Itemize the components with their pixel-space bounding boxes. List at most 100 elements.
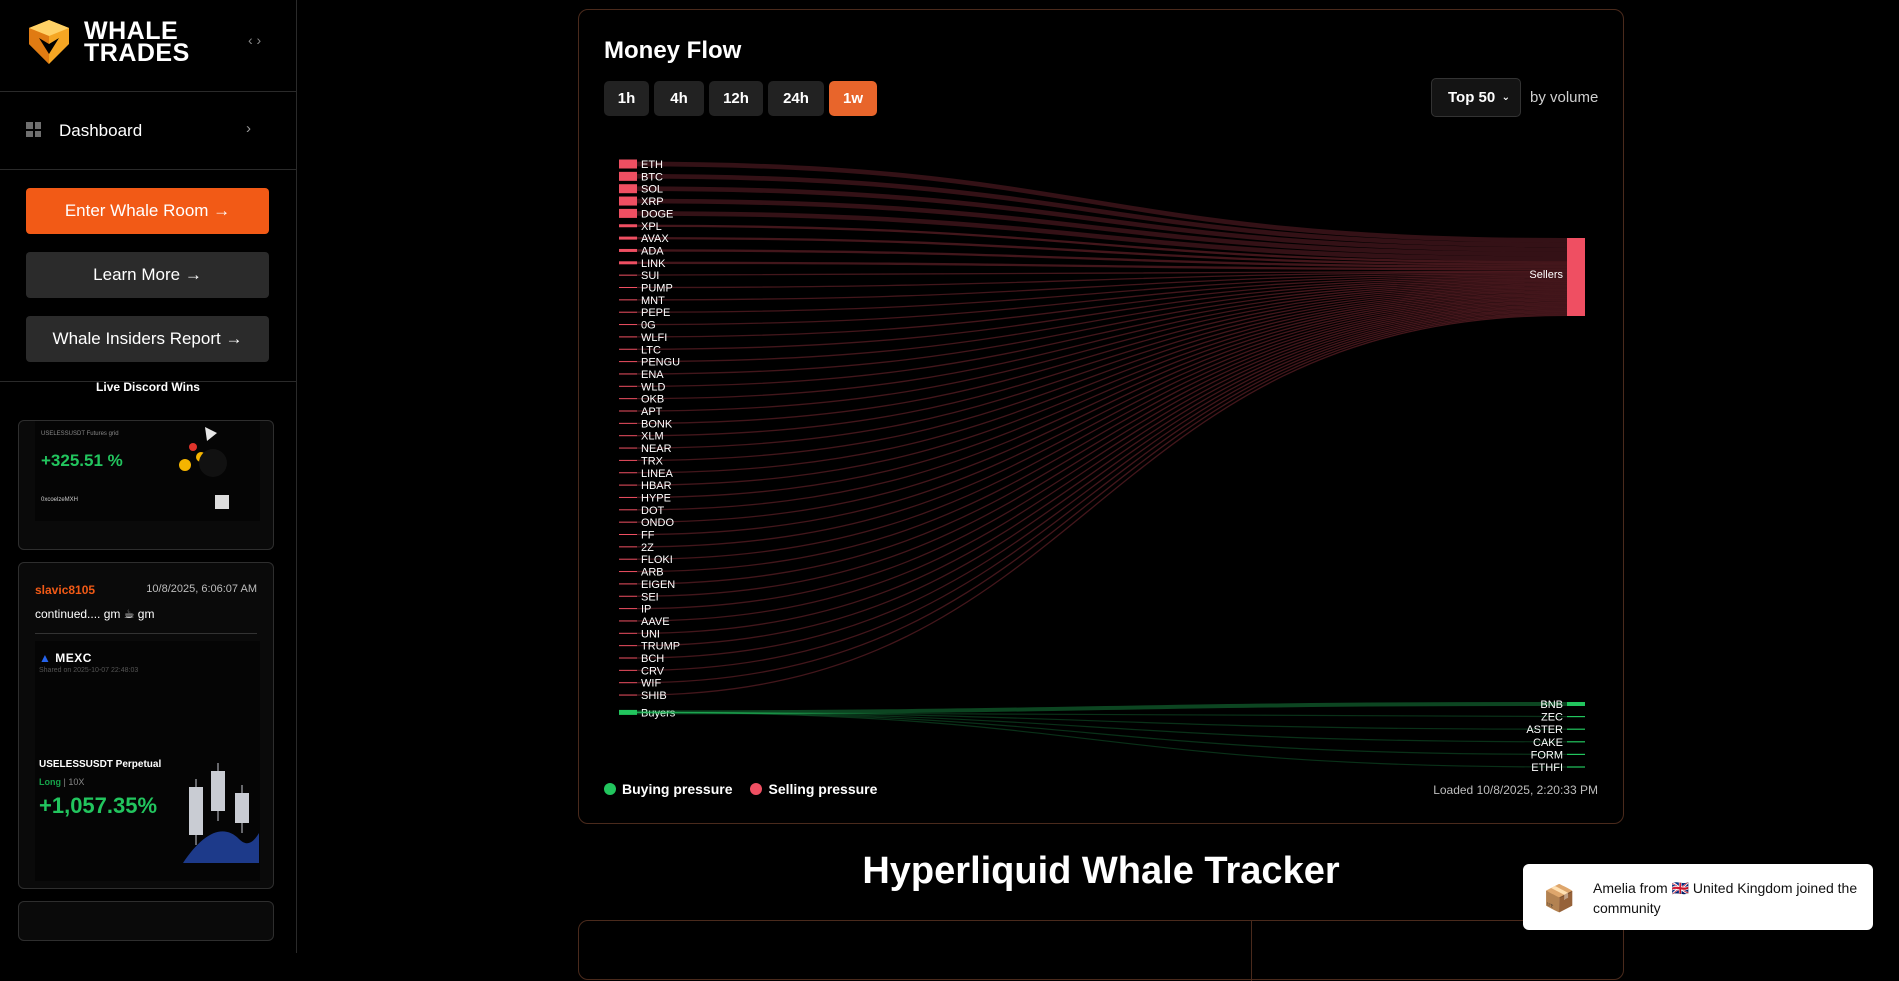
- target-label-cake: CAKE: [1533, 737, 1563, 749]
- source-label-wld: WLD: [641, 381, 666, 393]
- source-label-wif: WIF: [641, 678, 661, 690]
- target-label-form: FORM: [1531, 749, 1563, 761]
- source-node-ena: [619, 373, 637, 375]
- collapse-sidebar-icon[interactable]: ‹ ›: [248, 32, 261, 48]
- source-node-xrp: [619, 196, 637, 206]
- target-label-ethfi: ETHFI: [1531, 762, 1563, 774]
- card-user: 0xcoelzeMXH: [41, 497, 79, 503]
- source-node-xlm: [619, 435, 637, 437]
- source-node-eigen: [619, 583, 637, 585]
- flow-link-sei: [636, 304, 1568, 597]
- grid-icon: [26, 122, 41, 137]
- card-timestamp: 10/8/2025, 6:06:07 AM: [146, 583, 257, 595]
- chevron-right-icon: ›: [246, 120, 251, 137]
- source-node-ondo: [619, 521, 637, 523]
- source-node-ff: [619, 534, 637, 535]
- rocket-coins-icon: [179, 427, 227, 477]
- source-label-aave: AAVE: [641, 616, 670, 628]
- source-label-ff: FF: [641, 530, 655, 542]
- learn-more-button[interactable]: Learn More →: [26, 252, 269, 298]
- sellers-node: [1567, 238, 1585, 316]
- source-label-btc: BTC: [641, 171, 663, 183]
- source-label-shib: SHIB: [641, 690, 667, 702]
- toast-message: Amelia from 🇬🇧 United Kingdom joined the…: [1593, 880, 1858, 916]
- source-label-bonk: BONK: [641, 418, 673, 430]
- tab-12h[interactable]: 12h: [709, 81, 763, 116]
- source-node-ip: [619, 608, 637, 610]
- sellers-label: Sellers: [1529, 269, 1563, 281]
- source-label-trump: TRUMP: [641, 641, 680, 653]
- source-node-uni: [619, 632, 637, 634]
- source-node-bch: [619, 657, 637, 659]
- position-side: Long: [39, 777, 61, 787]
- source-label-arb: ARB: [641, 567, 664, 579]
- source-label-trx: TRX: [641, 455, 664, 467]
- source-label-uni: UNI: [641, 628, 660, 640]
- source-label-link: LINK: [641, 258, 666, 270]
- card-message: continued.... gm ☕ gm: [35, 607, 155, 621]
- exchange-label: MEXC: [55, 651, 92, 665]
- source-label-xpl: XPL: [641, 221, 662, 233]
- source-node-eth: [619, 159, 637, 169]
- sidebar-item-dashboard[interactable]: Dashboard ›: [0, 92, 296, 170]
- tab-24h[interactable]: 24h: [768, 81, 824, 116]
- legend-buy-label: Buying pressure: [622, 781, 733, 797]
- card-pair: USELESSUSDT Perpetual: [39, 759, 162, 770]
- source-label-linea: LINEA: [641, 468, 673, 480]
- position-info: Long | 10X: [39, 777, 85, 787]
- source-node-aave: [619, 620, 637, 622]
- source-label-ltc: LTC: [641, 344, 661, 356]
- flow-link-eigen: [636, 302, 1568, 585]
- source-label-hbar: HBAR: [641, 480, 672, 492]
- legend-buying: Buying pressure: [604, 781, 732, 797]
- source-node-dot: [619, 509, 637, 511]
- money-flow-panel: Money Flow 1h 4h 12h 24h 1w Top 50 ⌄ by …: [578, 9, 1624, 824]
- source-label-sei: SEI: [641, 591, 659, 603]
- card-percentage: +325.51 %: [41, 451, 123, 470]
- target-node-aster: [1567, 728, 1585, 730]
- discord-win-card[interactable]: slavic8105 10/8/2025, 6:06:07 AM continu…: [18, 562, 274, 889]
- chart-legend: Buying pressure Selling pressure: [604, 781, 877, 797]
- flow-link-bch: [636, 310, 1568, 659]
- enter-whale-room-button[interactable]: Enter Whale Room →: [26, 188, 269, 234]
- notification-toast[interactable]: 📦 Amelia from 🇬🇧 United Kingdom joined t…: [1523, 864, 1873, 930]
- source-node-doge: [619, 208, 637, 218]
- discord-wins-feed[interactable]: USELESSUSDT Futures grid +325.51 % 0xcoe…: [8, 420, 288, 953]
- source-label-xrp: XRP: [641, 196, 664, 208]
- buy-link-bnb: [636, 702, 1568, 715]
- target-node-cake: [1567, 741, 1585, 743]
- source-label-sol: SOL: [641, 184, 663, 196]
- top-n-select[interactable]: Top 50 ⌄: [1431, 78, 1521, 117]
- source-label-xlm: XLM: [641, 431, 664, 443]
- flow-link-2z: [636, 299, 1568, 548]
- source-label-wlfi: WLFI: [641, 332, 667, 344]
- source-node-hype: [619, 496, 637, 498]
- tracker-panel: [578, 920, 1624, 981]
- whale-logo-icon[interactable]: [25, 18, 73, 66]
- target-node-ethfi: [1567, 766, 1585, 768]
- tab-4h[interactable]: 4h: [654, 81, 704, 116]
- tab-1w[interactable]: 1w: [829, 81, 877, 116]
- tab-1h[interactable]: 1h: [604, 81, 649, 116]
- red-dot-icon: [750, 783, 763, 795]
- source-label-2z: 2Z: [641, 542, 654, 554]
- position-leverage: 10X: [68, 777, 85, 787]
- source-node-linea: [619, 472, 637, 474]
- source-node-bonk: [619, 422, 637, 424]
- source-label-dot: DOT: [641, 505, 665, 517]
- source-node-avax: [619, 236, 637, 240]
- whale-insiders-report-button[interactable]: Whale Insiders Report →: [26, 316, 269, 362]
- card-username[interactable]: slavic8105: [35, 583, 95, 597]
- brand-name[interactable]: WHALE TRADES: [84, 19, 190, 66]
- source-label-apt: APT: [641, 406, 663, 418]
- source-node-pengu: [619, 361, 637, 363]
- target-node-form: [1567, 753, 1585, 755]
- source-node-apt: [619, 410, 637, 412]
- timeframe-tabs: 1h 4h 12h 24h 1w: [604, 81, 877, 116]
- panel-divider: [1251, 921, 1252, 981]
- discord-win-card[interactable]: [18, 901, 274, 941]
- source-node-trump: [619, 645, 637, 647]
- qr-code-icon: [215, 495, 229, 509]
- discord-win-card[interactable]: USELESSUSDT Futures grid +325.51 % 0xcoe…: [18, 420, 274, 550]
- source-node-hbar: [619, 484, 637, 486]
